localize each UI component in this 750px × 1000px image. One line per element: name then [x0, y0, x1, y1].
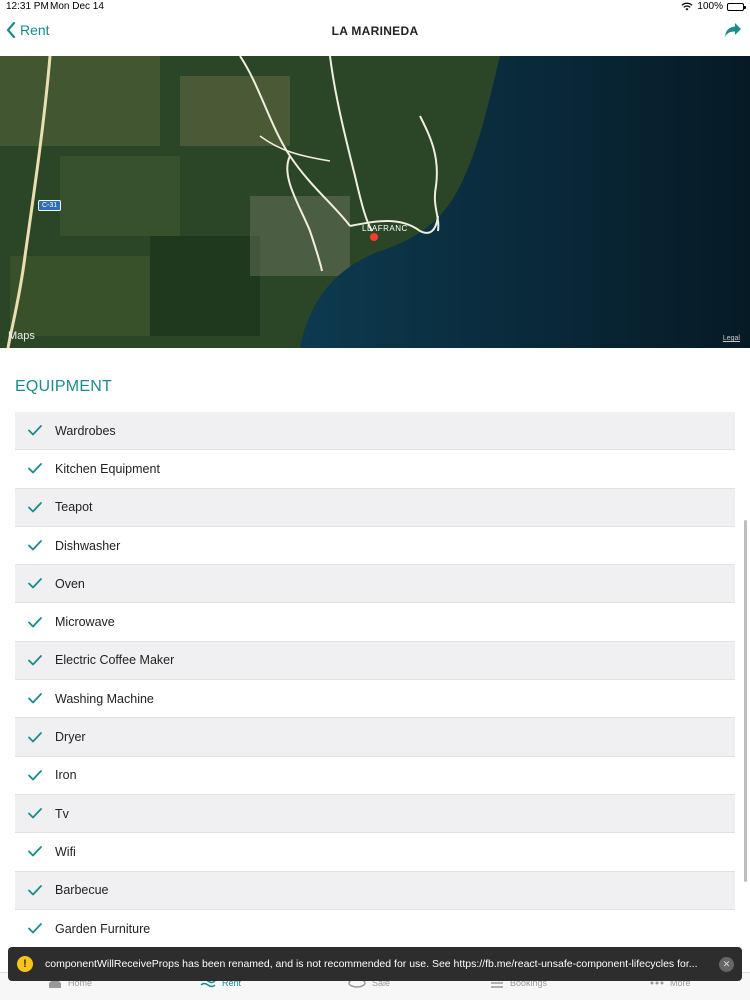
checkmark-icon [15, 731, 55, 743]
equipment-row: Barbecue [15, 871, 735, 910]
warning-message: componentWillReceiveProps has been renam… [45, 958, 698, 970]
warning-icon: ! [17, 956, 33, 972]
battery-percent: 100% [697, 1, 723, 12]
checkmark-icon [15, 655, 55, 666]
checkmark-icon [15, 846, 55, 857]
equipment-row: Electric Coffee Maker [15, 641, 735, 681]
equipment-row: Teapot [15, 488, 735, 527]
checkmark-icon [15, 425, 55, 436]
warning-toast[interactable]: ! componentWillReceiveProps has been ren… [8, 947, 742, 981]
equipment-row: Oven [15, 565, 735, 604]
equipment-row: Washing Machine [15, 680, 735, 719]
checkmark-icon [15, 501, 55, 513]
checkmark-icon [15, 616, 55, 628]
road-badge: C-31 [38, 200, 62, 211]
satellite-map-image [0, 56, 750, 348]
equipment-label: Tv [55, 806, 69, 821]
scroll-indicator [744, 520, 747, 882]
battery-icon [727, 2, 746, 11]
checkmark-icon [15, 578, 55, 589]
equipment-row: Kitchen Equipment [15, 450, 735, 489]
equipment-label: Teapot [55, 500, 93, 515]
map-town-label: LLAFRANC [362, 224, 408, 233]
checkmark-icon [15, 808, 55, 819]
equipment-label: Iron [55, 768, 77, 783]
equipment-row: Iron [15, 756, 735, 795]
equipment-label: Oven [55, 576, 85, 591]
equipment-label: Electric Coffee Maker [55, 653, 175, 668]
equipment-label: Kitchen Equipment [55, 461, 160, 476]
close-icon[interactable]: ✕ [719, 957, 734, 972]
status-time: 12:31 PM [6, 1, 49, 12]
equipment-label: Microwave [55, 615, 115, 630]
checkmark-icon [15, 884, 55, 896]
checkmark-icon [15, 540, 55, 551]
equipment-row: Wifi [15, 833, 735, 872]
nav-bar: Rent LA MARINEDA [0, 14, 750, 48]
status-date: Mon Dec 14 [50, 1, 104, 12]
equipment-label: Dryer [55, 730, 86, 745]
legal-link[interactable]: Legal [723, 335, 740, 342]
equipment-row: Dishwasher [15, 526, 735, 566]
equipment-label: Wifi [55, 844, 76, 859]
equipment-row: Wardrobes [15, 412, 735, 451]
equipment-label: Wardrobes [55, 423, 116, 438]
equipment-list: Wardrobes Kitchen Equipment Teapot Dishwash… [15, 412, 735, 949]
map-view[interactable]: C-31 LLAFRANC Maps Legal [0, 56, 750, 348]
equipment-row: Microwave [15, 603, 735, 642]
equipment-label: Dishwasher [55, 538, 121, 553]
equipment-label: Garden Furniture [55, 921, 151, 936]
equipment-section-title: EQUIPMENT [15, 378, 112, 395]
status-right: 100% [681, 1, 746, 12]
equipment-label: Barbecue [55, 883, 109, 898]
checkmark-icon [15, 769, 55, 781]
equipment-row: Garden Furniture [15, 909, 735, 949]
equipment-row: Tv [15, 794, 735, 834]
equipment-label: Washing Machine [55, 691, 154, 706]
share-forward-icon [725, 23, 741, 37]
checkmark-icon [15, 923, 55, 934]
status-bar: 12:31 PM Mon Dec 14 100% [0, 0, 750, 14]
page-title: LA MARINEDA [331, 24, 419, 38]
checkmark-icon [15, 463, 55, 474]
equipment-row: Dryer [15, 718, 735, 757]
maps-attribution: Maps [8, 330, 35, 342]
share-button[interactable] [724, 22, 742, 43]
checkmark-icon [15, 693, 55, 704]
wifi-icon [681, 2, 693, 11]
